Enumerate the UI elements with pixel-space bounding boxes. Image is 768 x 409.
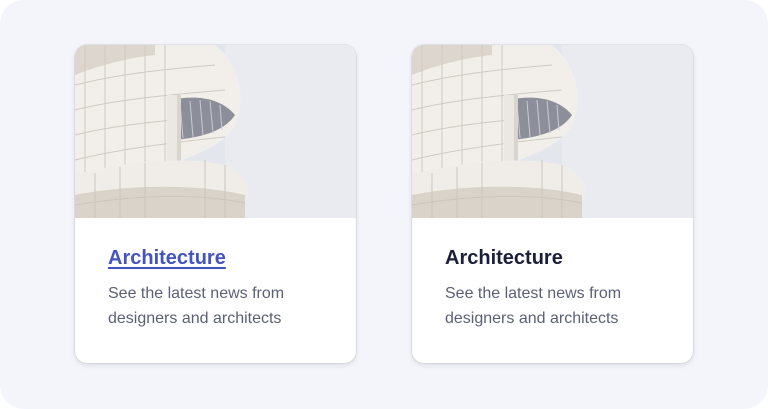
architecture-card-hover[interactable]: Architecture See the latest news from de… bbox=[75, 45, 356, 363]
architecture-card[interactable]: Architecture See the latest news from de… bbox=[412, 45, 693, 363]
architecture-photo-icon bbox=[412, 45, 693, 218]
card-image bbox=[75, 45, 356, 218]
card-title: Architecture bbox=[445, 247, 563, 269]
card-description: See the latest news from designers and a… bbox=[108, 285, 285, 327]
page-background: Architecture See the latest news from de… bbox=[0, 0, 768, 409]
card-title-link[interactable]: Architecture bbox=[108, 244, 226, 272]
card-description: See the latest news from designers and a… bbox=[445, 285, 622, 327]
card-image bbox=[412, 45, 693, 218]
architecture-photo-icon bbox=[75, 45, 356, 218]
